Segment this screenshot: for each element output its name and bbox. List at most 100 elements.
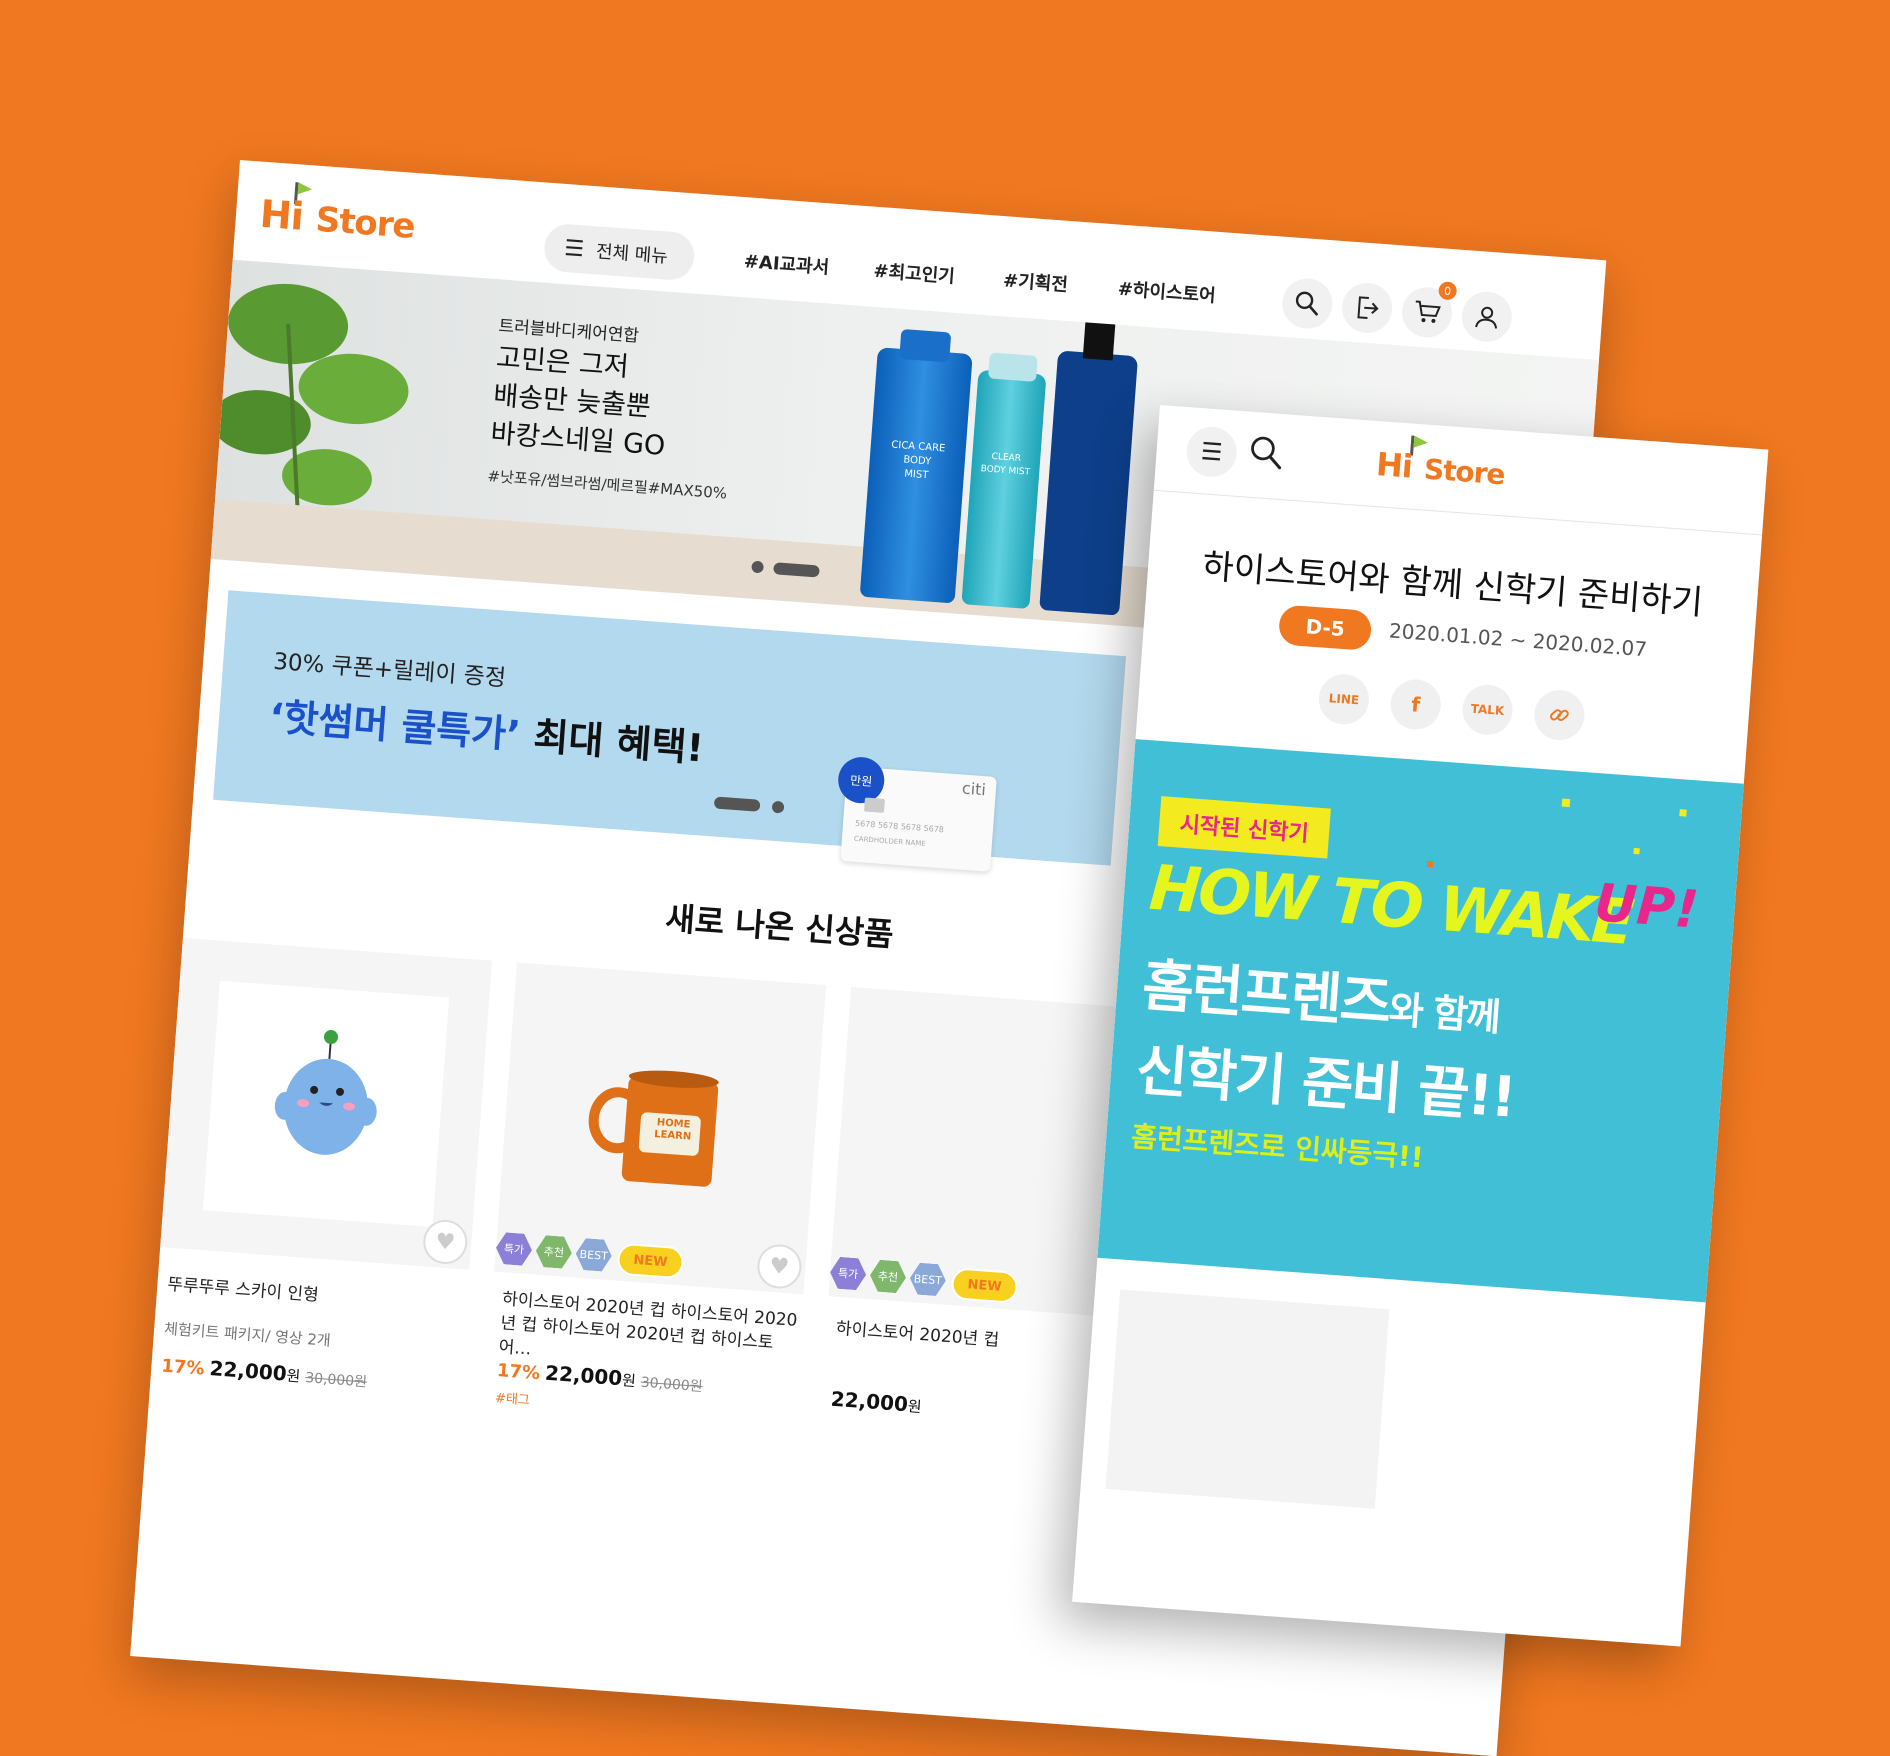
event-date-range: 2020.01.02 ~ 2020.02.07 xyxy=(1388,618,1648,662)
share-facebook-button[interactable]: f xyxy=(1388,677,1443,732)
badge-special: 특가 xyxy=(495,1232,533,1267)
new-badge: NEW xyxy=(950,1267,1019,1304)
banner-headline: HOW TO WAKE xyxy=(1146,850,1634,959)
product-name: 하이스토어 2020년 컵 xyxy=(835,1318,1000,1351)
share-line-button[interactable]: LINE xyxy=(1317,672,1371,727)
account-button[interactable] xyxy=(1460,289,1514,344)
cart-icon xyxy=(1415,300,1441,323)
logo-flag-triangle-icon xyxy=(1413,435,1429,449)
cart-count-badge: 0 xyxy=(1438,281,1458,301)
wishlist-button[interactable]: ♥ xyxy=(421,1218,469,1266)
confetti-shape xyxy=(1561,798,1571,808)
banner-line-2b: 와 함께 xyxy=(1387,987,1501,1040)
header-divider xyxy=(1153,489,1763,536)
product-thumbnail[interactable] xyxy=(1105,1289,1390,1509)
badge-best: BEST xyxy=(909,1262,947,1297)
logout-button[interactable] xyxy=(1340,281,1394,335)
search-icon xyxy=(1251,436,1282,470)
product-card[interactable]: HOME LEARN 특가 추천 BEST NEW ♥ 하이스토어 2020년 … xyxy=(482,962,827,1463)
promo-small-text: 30% 쿠폰+릴레이 증정 xyxy=(272,648,507,692)
sky-doll-image xyxy=(274,1030,377,1155)
won-unit: 원 xyxy=(285,1366,301,1386)
nav-most-popular[interactable]: #최고인기 xyxy=(873,257,956,289)
heart-icon: ♥ xyxy=(768,1253,791,1280)
product-name: 뚜루뚜루 스카이 인형 xyxy=(166,1274,320,1306)
price: 22,000 xyxy=(829,1386,909,1417)
link-icon xyxy=(1549,709,1569,721)
logo-store: Store xyxy=(314,199,416,247)
banner-up: UP! xyxy=(1592,873,1701,941)
badge-special: 특가 xyxy=(829,1256,867,1291)
logo[interactable]: Hi Store xyxy=(258,180,416,247)
all-menu-button[interactable]: ☰ 전체 메뉴 xyxy=(542,222,696,282)
search-icon xyxy=(1295,291,1318,316)
logo-hi: Hi xyxy=(1374,445,1414,486)
promo-highlight: ‘핫썸머 쿨특가’ xyxy=(267,694,523,758)
card-brand: citi xyxy=(961,778,987,800)
clear-bottle-text: CLEAR BODY MIST xyxy=(980,451,1031,478)
product-tag[interactable]: #태그 xyxy=(494,1387,530,1409)
mug-text: HOME LEARN xyxy=(653,1117,692,1143)
event-title: 하이스토어와 함께 신학기 준비하기 xyxy=(1201,546,1705,624)
card-chip xyxy=(863,797,885,813)
banner-line-2a: 홈런프렌즈 xyxy=(1140,953,1392,1037)
hero-tags: #낫포유/썸브라썸/메르필#MAX50% xyxy=(486,467,728,503)
won-unit: 원 xyxy=(907,1397,923,1417)
event-banner: 시작된 신학기 HOW TO WAKE UP! 홈런프렌즈와 함께 신학기 준비… xyxy=(1097,739,1744,1303)
badge-recommend: 추천 xyxy=(869,1259,907,1294)
user-icon xyxy=(1475,306,1498,329)
credit-card-image: 만원 citi 5678 5678 5678 5678 CARDHOLDER N… xyxy=(836,755,997,872)
product-sub: 체험키트 패키지/ 영상 2개 xyxy=(163,1319,332,1350)
hamburger-icon: ☰ xyxy=(563,235,586,262)
card-holder: CARDHOLDER NAME xyxy=(853,834,927,849)
original-price: 30,000원 xyxy=(304,1370,368,1391)
section-title: 새로 나온 신상품 xyxy=(664,899,895,954)
logo-store: Store xyxy=(1422,452,1506,492)
all-menu-label: 전체 메뉴 xyxy=(595,241,669,268)
badge-recommend: 추천 xyxy=(535,1235,573,1270)
card-badge: 만원 xyxy=(836,755,886,805)
price: 22,000 xyxy=(208,1356,288,1386)
hamburger-icon: ☰ xyxy=(1199,437,1224,467)
search-button[interactable] xyxy=(1247,434,1294,481)
logo-flag-triangle-icon xyxy=(297,182,313,196)
discount-rate: 17% xyxy=(160,1355,206,1380)
won-unit: 원 xyxy=(621,1371,637,1391)
wishlist-button[interactable]: ♥ xyxy=(755,1242,803,1291)
discount-rate: 17% xyxy=(496,1360,541,1385)
product-price-row: 22,000원 xyxy=(830,1387,923,1418)
mobile-mockup: ☰ Hi Store 하이스토어와 함께 신학기 준비하기 D-5 2020.0… xyxy=(1072,405,1769,1647)
product-price-row: 17% 22,000원 30,000원 xyxy=(161,1353,368,1392)
menu-button[interactable]: ☰ xyxy=(1184,425,1239,479)
promo-rest: 최대 혜택! xyxy=(532,714,706,771)
new-badge: NEW xyxy=(616,1242,685,1280)
card-number: 5678 5678 5678 5678 xyxy=(854,818,945,835)
copy-link-button[interactable] xyxy=(1532,688,1587,742)
promo-dot-2[interactable] xyxy=(771,800,785,814)
promo-banner[interactable]: 30% 쿠폰+릴레이 증정 ‘핫썸머 쿨특가’ 최대 혜택! 만원 citi 5… xyxy=(213,590,1127,872)
heart-icon: ♥ xyxy=(434,1228,457,1256)
confetti-shape xyxy=(1633,847,1640,855)
product-image: ♥ xyxy=(160,937,493,1270)
share-kakaotalk-button[interactable]: TALK xyxy=(1460,683,1515,737)
original-price: 30,000원 xyxy=(640,1374,704,1396)
promo-dot-1-active[interactable] xyxy=(713,796,761,812)
promo-headline: ‘핫썸머 쿨특가’ 최대 혜택! xyxy=(268,686,706,773)
logo[interactable]: Hi Store xyxy=(1375,431,1518,491)
price: 22,000 xyxy=(544,1360,624,1391)
cica-bottle-image: CICA CARE BODY MIST xyxy=(859,328,973,604)
dday-badge: D-5 xyxy=(1277,604,1373,652)
nav-special-exhibit[interactable]: #기획전 xyxy=(1002,266,1068,297)
logout-icon xyxy=(1357,296,1379,319)
product-card[interactable]: ♥ 뚜루뚜루 스카이 인형 체험키트 패키지/ 영상 2개 17% 22,000… xyxy=(148,937,493,1439)
confetti-shape xyxy=(1679,809,1687,817)
confetti-shape xyxy=(1426,860,1434,868)
product-image: HOME LEARN 특가 추천 BEST NEW ♥ xyxy=(494,962,827,1295)
cica-bottle-text: CICA CARE BODY MIST xyxy=(890,439,946,482)
nav-ai-textbook[interactable]: #AI교과서 xyxy=(743,247,830,279)
banner-tag: 시작된 신학기 xyxy=(1157,796,1331,859)
badge-best: BEST xyxy=(575,1238,613,1273)
search-button[interactable] xyxy=(1280,276,1335,331)
logo-hi: Hi xyxy=(258,191,305,239)
nav-histore[interactable]: #하이스토어 xyxy=(1117,275,1217,308)
